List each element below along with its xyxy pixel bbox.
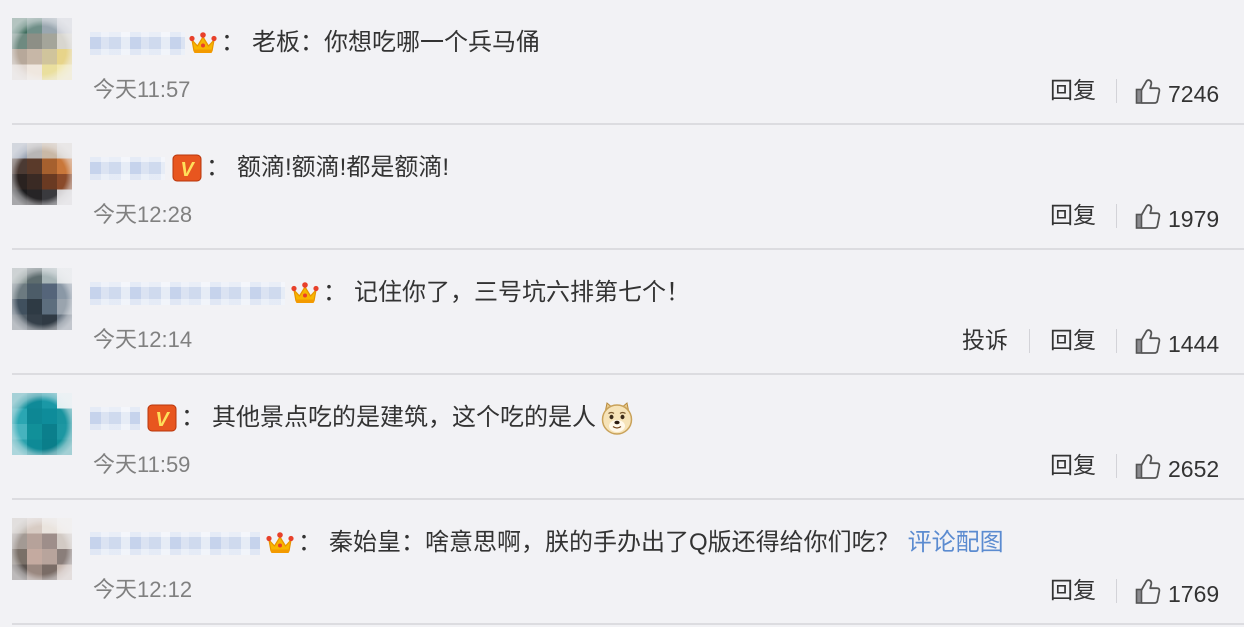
username-blurred[interactable]	[90, 531, 260, 555]
avatar-halo	[12, 393, 72, 455]
reply-button[interactable]: 回复	[1050, 326, 1096, 354]
avatar-halo	[12, 268, 72, 330]
timestamp: 今天11:57	[93, 77, 191, 102]
like-count: 1979	[1168, 206, 1220, 232]
username-separator: ：	[323, 279, 347, 306]
thumb-up-icon	[1135, 79, 1161, 104]
comment-line: ： 老板：你想吃哪一个兵马俑	[90, 27, 540, 59]
username-separator: ：	[298, 529, 322, 556]
comment-text: 老板：你想吃哪一个兵马俑	[252, 29, 540, 56]
comment-item: V ： 其他景点吃的是建筑，这个吃的是人 今天11:59 回复 2652	[0, 375, 1244, 500]
timestamp: 今天12:14	[93, 327, 193, 352]
comment-text: 记住你了，三号坑六排第七个！	[354, 279, 690, 306]
comment-text: 额滴!额滴!都是额滴!	[237, 154, 450, 181]
like-button[interactable]: 7246	[1135, 77, 1235, 107]
verified-v-icon[interactable]: V	[147, 404, 177, 432]
avatar-halo	[12, 18, 72, 80]
action-separator	[1116, 579, 1117, 603]
reply-button[interactable]: 回复	[1050, 76, 1096, 104]
like-button[interactable]: 1979	[1135, 202, 1235, 232]
action-separator	[1116, 79, 1117, 103]
username-blurred[interactable]	[90, 156, 165, 180]
like-button[interactable]: 1769	[1135, 577, 1235, 607]
comment-text: 秦始皇：啥意思啊，朕的手办出了Q版还得给你们吃？	[329, 529, 900, 556]
thumb-up-icon	[1135, 329, 1161, 354]
action-separator	[1116, 329, 1117, 353]
divider	[12, 623, 1244, 625]
username-separator: ：	[206, 154, 230, 181]
comment-item: V ： 额滴!额滴!都是额滴! 今天12:28 回复 1979	[0, 125, 1244, 250]
action-separator	[1116, 454, 1117, 478]
avatar-halo	[12, 143, 72, 205]
username-blurred[interactable]	[90, 31, 185, 55]
crown-icon[interactable]	[291, 280, 319, 306]
like-count: 1444	[1168, 331, 1220, 357]
comment-line: ： 记住你了，三号坑六排第七个！	[90, 277, 690, 309]
crown-icon[interactable]	[189, 30, 217, 56]
reply-button[interactable]: 回复	[1050, 576, 1096, 604]
report-button[interactable]: 投诉	[962, 326, 1008, 354]
reply-button[interactable]: 回复	[1050, 451, 1096, 479]
verified-v-icon[interactable]: V	[172, 154, 202, 182]
like-button[interactable]: 1444	[1135, 327, 1235, 357]
like-count: 7246	[1168, 81, 1220, 107]
username-blurred[interactable]	[90, 406, 140, 430]
reply-button[interactable]: 回复	[1050, 201, 1096, 229]
timestamp: 今天12:12	[93, 577, 193, 602]
comment-item: ： 秦始皇：啥意思啊，朕的手办出了Q版还得给你们吃？ 评论配图 今天12:12 …	[0, 500, 1244, 625]
avatar[interactable]	[12, 518, 72, 580]
verified-v-label: V	[180, 159, 195, 181]
comment-item: ： 记住你了，三号坑六排第七个！ 今天12:14 投诉 回复 1444	[0, 250, 1244, 375]
avatar[interactable]	[12, 18, 72, 80]
like-count: 1769	[1168, 581, 1220, 607]
comment-text: 其他景点吃的是建筑，这个吃的是人	[212, 404, 596, 431]
avatar[interactable]	[12, 268, 72, 330]
avatar[interactable]	[12, 143, 72, 205]
avatar-halo	[12, 518, 72, 580]
comment-image-link[interactable]: 评论配图	[908, 527, 1004, 559]
comment-item: ： 老板：你想吃哪一个兵马俑 今天11:57 回复 7246	[0, 0, 1244, 125]
thumb-up-icon	[1135, 454, 1161, 479]
avatar[interactable]	[12, 393, 72, 455]
comment-line: ： 秦始皇：啥意思啊，朕的手办出了Q版还得给你们吃？ 评论配图	[90, 527, 1004, 559]
thumb-up-icon	[1135, 204, 1161, 229]
comment-line: V ： 额滴!额滴!都是额滴!	[90, 152, 449, 184]
like-count: 2652	[1168, 456, 1220, 482]
username-separator: ：	[181, 404, 205, 431]
crown-icon[interactable]	[266, 530, 294, 556]
thumb-up-icon	[1135, 579, 1161, 604]
action-separator	[1029, 329, 1030, 353]
action-separator	[1116, 204, 1117, 228]
username-blurred[interactable]	[90, 281, 285, 305]
timestamp: 今天11:59	[93, 452, 191, 477]
like-button[interactable]: 2652	[1135, 452, 1235, 482]
doge-emoji-icon	[600, 401, 634, 435]
username-separator: ：	[221, 29, 245, 56]
verified-v-label: V	[155, 409, 170, 431]
comment-line: V ： 其他景点吃的是建筑，这个吃的是人	[90, 401, 634, 435]
timestamp: 今天12:28	[93, 202, 193, 227]
